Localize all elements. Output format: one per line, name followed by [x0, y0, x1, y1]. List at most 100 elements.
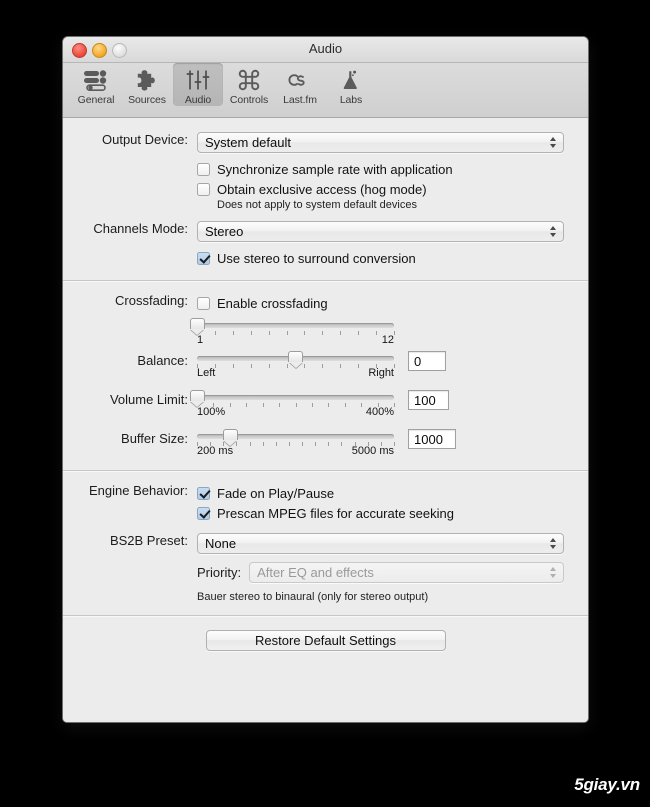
toolbar-label-general: General — [77, 94, 115, 106]
row-priority: Priority: After EQ and effects — [197, 562, 564, 583]
balance-slider[interactable] — [197, 351, 395, 368]
puzzle-piece-icon — [122, 67, 172, 93]
volume-max-label: 400% — [365, 406, 394, 418]
buffer-max-label: 5000 ms — [351, 445, 394, 457]
toolbar-item-labs[interactable]: Labs — [326, 63, 376, 106]
checkbox-box — [197, 182, 210, 196]
chevron-updown-icon — [550, 567, 557, 580]
slider-thumb[interactable] — [189, 318, 205, 335]
toolbar-item-audio[interactable]: Audio — [173, 63, 223, 106]
checkbox-box — [197, 162, 210, 176]
toolbar-label-audio: Audio — [184, 94, 212, 106]
volume-scale: 100% 400% — [197, 406, 394, 421]
restore-default-settings-button[interactable]: Restore Default Settings — [205, 630, 446, 651]
toolbar-item-lastfm[interactable]: Last.fm — [275, 63, 325, 106]
buffer-size-slider[interactable] — [197, 429, 395, 446]
hog-mode-hint: Does not apply to system default devices — [217, 199, 417, 211]
enable-crossfading-checkbox[interactable]: Enable crossfading — [197, 293, 564, 313]
crossfade-scale: 1 12 — [197, 334, 394, 349]
sliders-icon — [71, 67, 121, 93]
bs2b-preset-select[interactable]: None — [197, 533, 564, 554]
window-title: Audio — [308, 41, 343, 56]
volume-slider-wrap: 100% 400% — [189, 390, 395, 421]
output-device-label: Output Device: — [102, 132, 188, 147]
slider-thumb[interactable] — [189, 390, 205, 407]
balance-label: Balance: — [137, 353, 188, 368]
fade-on-play-pause-checkbox[interactable]: Fade on Play/Pause — [197, 483, 564, 503]
balance-right-label: Right — [368, 367, 394, 379]
priority-select[interactable]: After EQ and effects — [249, 562, 564, 583]
chevron-updown-icon — [550, 226, 557, 239]
screenshot-canvas: Audio General Sources Audio Controls Las… — [0, 0, 650, 807]
priority-value: After EQ and effects — [257, 565, 374, 580]
row-balance: Balance: Left Right 0 — [63, 351, 564, 382]
faders-icon — [173, 67, 223, 93]
crossfade-min-label: 1 — [197, 334, 204, 346]
buffer-scale: 200 ms 5000 ms — [197, 445, 394, 460]
section-engine-behavior: Engine Behavior: Fade on Play/Pause Pres… — [63, 471, 588, 616]
section-mixing: Crossfading: Enable crossfading 1 12 Bal… — [63, 281, 588, 471]
toolbar-item-controls[interactable]: Controls — [224, 63, 274, 106]
hog-mode-checkbox[interactable]: Obtain exclusive access (hog mode) — [197, 179, 564, 199]
sync-sample-rate-checkbox[interactable]: Synchronize sample rate with application — [197, 159, 564, 179]
row-engine-behavior: Engine Behavior: Fade on Play/Pause Pres… — [63, 483, 564, 523]
hog-mode-label: Obtain exclusive access (hog mode) — [217, 181, 427, 197]
output-device-value: System default — [205, 135, 291, 150]
checkbox-box — [197, 251, 210, 265]
balance-slider-wrap: Left Right — [197, 351, 395, 382]
volume-limit-input[interactable] — [408, 390, 449, 410]
bs2b-preset-value: None — [205, 536, 237, 551]
sync-sample-rate-label: Synchronize sample rate with application — [217, 161, 453, 177]
surround-conversion-checkbox[interactable]: Use stereo to surround conversion — [197, 248, 564, 268]
toolbar-label-labs: Labs — [339, 94, 363, 106]
output-device-select[interactable]: System default — [197, 132, 564, 153]
section-footer: Restore Default Settings — [63, 616, 588, 651]
chevron-updown-icon — [550, 538, 557, 551]
checkbox-box — [197, 506, 210, 520]
toolbar-item-sources[interactable]: Sources — [122, 63, 172, 106]
row-bs2b-preset: BS2B Preset: None Priority: After EQ and… — [63, 533, 564, 603]
buffer-size-input[interactable] — [408, 429, 456, 449]
buffer-size-label: Buffer Size: — [121, 431, 188, 446]
checkbox-box — [197, 296, 210, 310]
prescan-mpeg-checkbox[interactable]: Prescan MPEG files for accurate seeking — [197, 503, 564, 523]
toolbar-item-general[interactable]: General — [71, 63, 121, 106]
surround-conversion-label: Use stereo to surround conversion — [217, 250, 416, 266]
volume-limit-label: Volume Limit: — [109, 392, 188, 407]
channels-mode-select[interactable]: Stereo — [197, 221, 564, 242]
section-output-device: Output Device: System default Synchroniz — [63, 118, 588, 281]
audio-preferences-window: Audio General Sources Audio Controls Las… — [62, 36, 589, 723]
toolbar-label-lastfm: Last.fm — [283, 94, 317, 106]
row-output-device: Output Device: System default — [63, 132, 564, 153]
row-buffer-size: Buffer Size: 200 ms 5000 ms 1000 — [63, 429, 564, 460]
crossfade-max-label: 12 — [381, 334, 394, 346]
slider-thumb[interactable] — [222, 429, 238, 446]
lastfm-logo-icon — [275, 67, 325, 93]
crossfade-slider[interactable] — [189, 318, 395, 335]
preferences-content: Output Device: System default Synchroniz — [63, 118, 588, 722]
chevron-updown-icon — [550, 137, 557, 150]
fade-on-play-pause-label: Fade on Play/Pause — [217, 485, 335, 501]
crossfade-slider-wrap: 1 12 — [189, 318, 564, 349]
buffer-min-label: 200 ms — [197, 445, 234, 457]
balance-input[interactable] — [408, 351, 446, 371]
channels-mode-value: Stereo — [205, 224, 244, 239]
balance-left-label: Left — [197, 367, 216, 379]
slider-thumb[interactable] — [288, 351, 303, 368]
watermark: 5giay.vn — [574, 775, 640, 794]
row-crossfading: Crossfading: Enable crossfading 1 12 — [63, 293, 564, 349]
preferences-toolbar: General Sources Audio Controls Last.fm L… — [63, 63, 588, 118]
volume-limit-slider[interactable] — [189, 390, 395, 407]
slider-track — [197, 323, 394, 328]
engine-behavior-label: Engine Behavior: — [88, 483, 188, 498]
bs2b-hint: Bauer stereo to binaural (only for stere… — [197, 591, 429, 603]
volume-min-label: 100% — [197, 406, 226, 418]
toolbar-label-sources: Sources — [128, 94, 166, 106]
checkbox-box — [197, 486, 210, 500]
command-key-icon — [224, 67, 274, 93]
enable-crossfading-label: Enable crossfading — [217, 295, 328, 311]
channels-mode-label: Channels Mode: — [93, 221, 188, 236]
slider-track — [197, 395, 394, 400]
window-titlebar: Audio — [63, 37, 588, 63]
crossfading-label: Crossfading: — [115, 293, 188, 308]
